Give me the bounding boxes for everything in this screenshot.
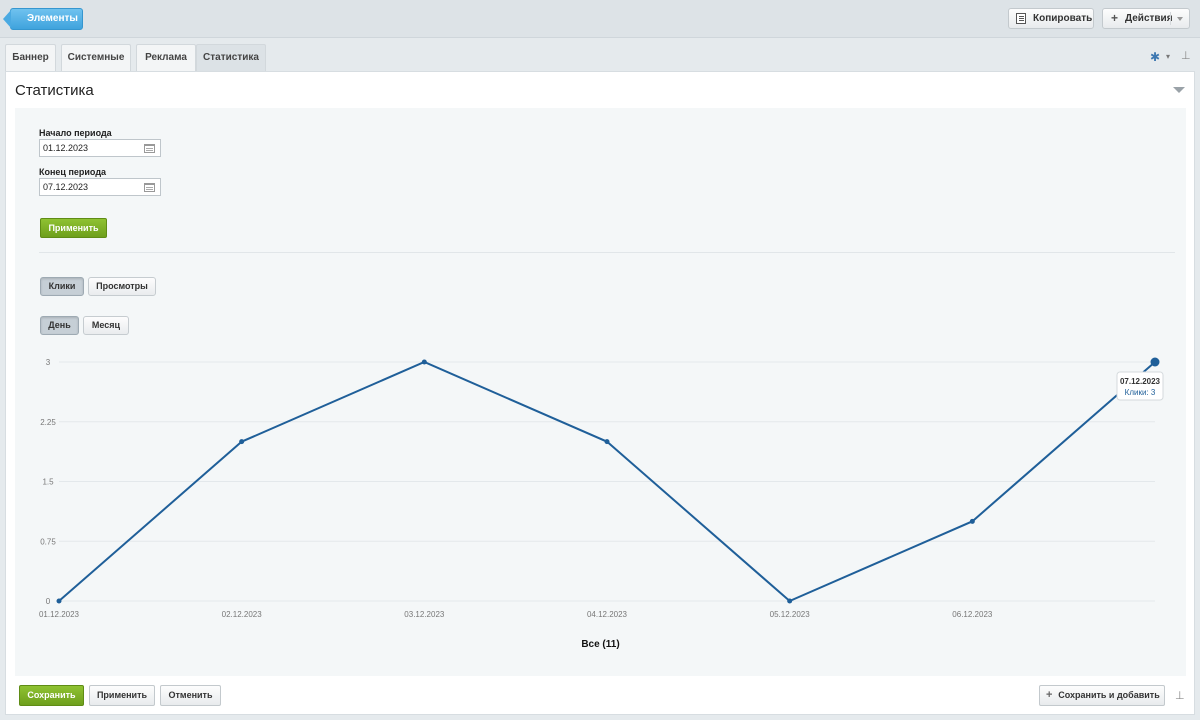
data-point — [787, 598, 793, 604]
copy-button[interactable]: Копировать — [1008, 8, 1094, 29]
y-tick-label: 2.25 — [40, 418, 56, 427]
y-tick-label: 0 — [46, 597, 51, 606]
pin-icon[interactable]: ⊥ — [1181, 49, 1191, 62]
x-tick-label: 05.12.2023 — [770, 610, 811, 619]
tooltip-date: 07.12.2023 — [1120, 377, 1161, 386]
y-tick-label: 0.75 — [40, 537, 56, 546]
plus-icon: + — [1046, 689, 1053, 701]
data-point — [56, 598, 62, 604]
statistics-panel: Статистика Начало периода 01.12.2023 Кон… — [5, 71, 1195, 715]
pin-icon[interactable]: ⊥ — [1175, 689, 1185, 702]
tooltip-value: Клики: 3 — [1125, 388, 1156, 397]
save-and-add-button[interactable]: + Сохранить и добавить — [1039, 685, 1165, 706]
y-tick-label: 1.5 — [42, 478, 54, 487]
chevron-down-icon[interactable] — [1177, 17, 1183, 21]
data-point — [969, 518, 975, 524]
actions-button[interactable]: + Действия — [1102, 8, 1190, 29]
copy-button-label: Копировать — [1033, 13, 1093, 24]
y-tick-label: 3 — [46, 358, 51, 367]
data-point — [421, 359, 427, 365]
clicks-line-chart: 0 0.75 1.5 2.25 3 01.12.2023 02.12.2023 03.12.2… — [39, 357, 1164, 619]
data-point — [1150, 357, 1160, 367]
form-footer: Сохранить Применить Отменить + Сохранить… — [15, 677, 1186, 715]
section-title: Статистика — [15, 82, 94, 99]
top-toolbar: Элементы Копировать + Действия — [0, 0, 1200, 38]
copy-icon — [1016, 13, 1026, 24]
data-point — [239, 439, 245, 445]
collapse-icon[interactable] — [1173, 87, 1185, 93]
plus-icon: + — [1111, 11, 1119, 25]
back-to-elements-button[interactable]: Элементы — [3, 8, 83, 30]
x-tick-label: 04.12.2023 — [587, 610, 628, 619]
save-button[interactable]: Сохранить — [19, 685, 84, 706]
x-tick-label: 03.12.2023 — [404, 610, 445, 619]
data-point — [604, 439, 610, 445]
x-tick-label: 01.12.2023 — [39, 610, 80, 619]
actions-button-label: Действия — [1125, 13, 1173, 24]
gear-icon[interactable]: ✱ — [1150, 50, 1160, 64]
tab-ads[interactable]: Реклама — [136, 44, 196, 71]
tab-statistics[interactable]: Статистика — [196, 44, 266, 71]
tab-system[interactable]: Системные — [61, 44, 131, 71]
statistics-content: Начало периода 01.12.2023 Конец периода … — [15, 108, 1186, 676]
chart-total-label: Все (11) — [581, 639, 620, 650]
x-tick-label: 06.12.2023 — [952, 610, 993, 619]
apply-button[interactable]: Применить — [89, 685, 155, 706]
cancel-button[interactable]: Отменить — [160, 685, 221, 706]
save-and-add-label: Сохранить и добавить — [1058, 690, 1160, 700]
chevron-down-icon[interactable]: ▾ — [1166, 52, 1170, 61]
divider — [1170, 12, 1171, 25]
tab-banner[interactable]: Баннер — [5, 44, 56, 71]
x-tick-label: 02.12.2023 — [222, 610, 263, 619]
